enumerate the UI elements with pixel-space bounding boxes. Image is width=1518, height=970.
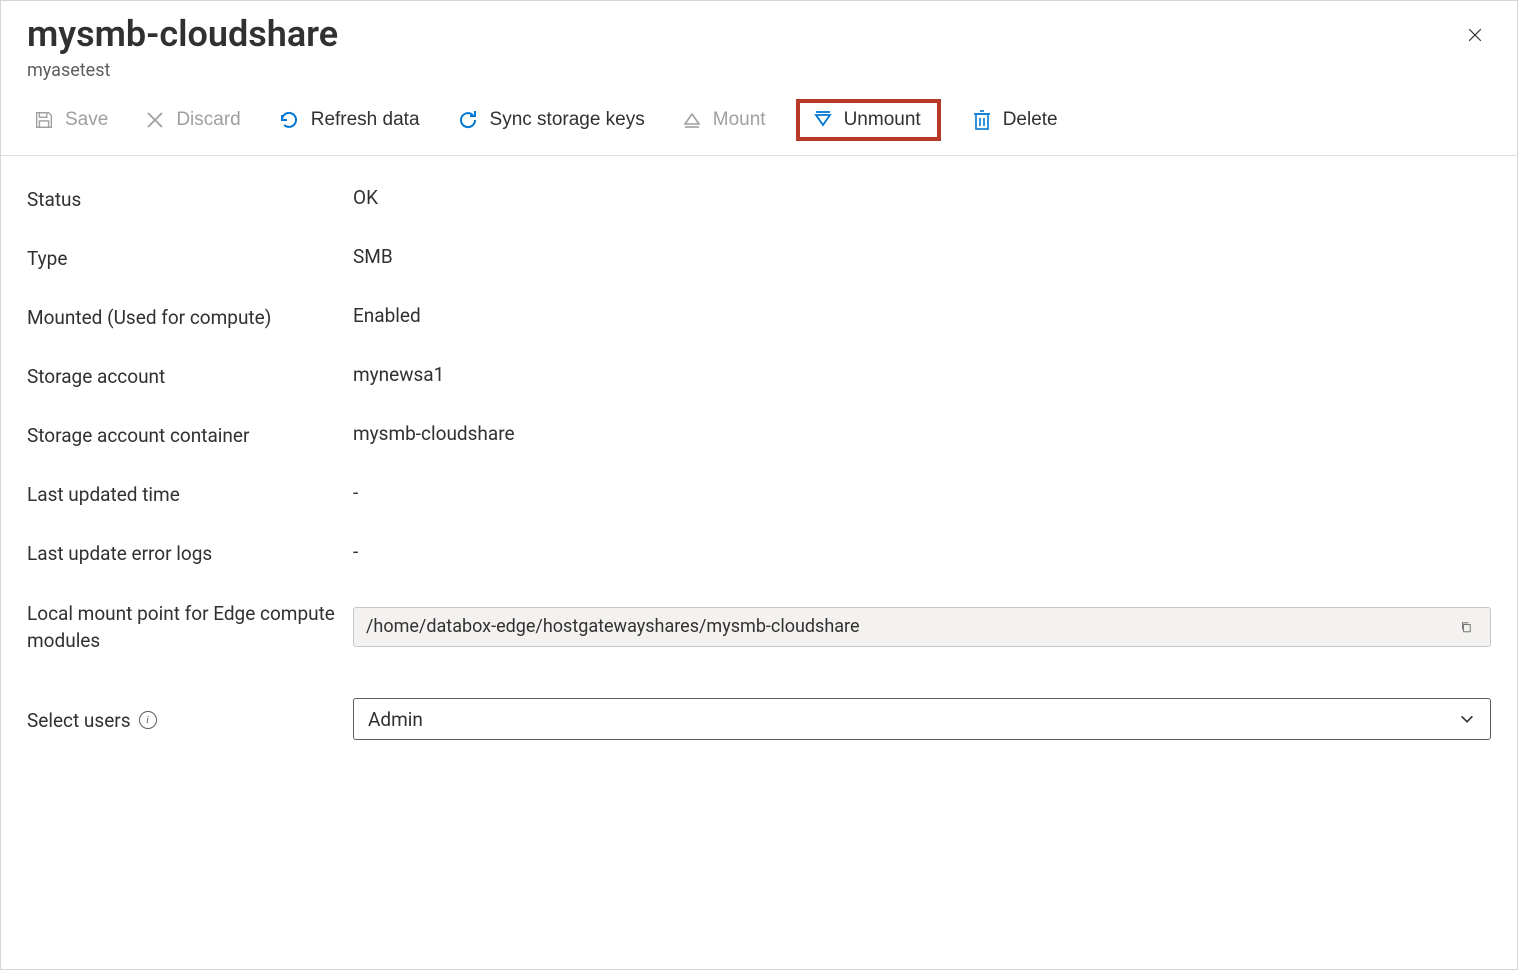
save-label: Save bbox=[65, 109, 108, 131]
save-button: Save bbox=[27, 105, 114, 135]
info-icon[interactable]: i bbox=[139, 711, 157, 729]
row-storage-account: Storage account mynewsa1 bbox=[27, 363, 1491, 388]
mount-button: Mount bbox=[675, 105, 772, 135]
error-logs-label: Last update error logs bbox=[27, 540, 353, 565]
content: Status OK Type SMB Mounted (Used for com… bbox=[1, 156, 1517, 794]
delete-icon bbox=[971, 108, 993, 132]
sync-label: Sync storage keys bbox=[490, 109, 645, 131]
page-subtitle: myasetest bbox=[27, 60, 1491, 81]
delete-label: Delete bbox=[1003, 109, 1058, 131]
refresh-icon bbox=[277, 108, 301, 132]
row-type: Type SMB bbox=[27, 245, 1491, 270]
refresh-label: Refresh data bbox=[311, 109, 420, 131]
row-mount-point: Local mount point for Edge compute modul… bbox=[27, 599, 1491, 654]
type-label: Type bbox=[27, 245, 353, 270]
status-value: OK bbox=[353, 186, 1491, 209]
mount-point-field: /home/databox-edge/hostgatewayshares/mys… bbox=[353, 607, 1491, 647]
row-error-logs: Last update error logs - bbox=[27, 540, 1491, 565]
discard-label: Discard bbox=[176, 109, 240, 131]
mount-point-value: /home/databox-edge/hostgatewayshares/mys… bbox=[366, 616, 1454, 637]
close-icon bbox=[1467, 24, 1483, 46]
unmount-icon bbox=[812, 109, 834, 131]
unmount-label: Unmount bbox=[844, 109, 921, 131]
mount-label: Mount bbox=[713, 109, 766, 131]
mounted-label: Mounted (Used for compute) bbox=[27, 304, 353, 329]
save-icon bbox=[33, 109, 55, 131]
unmount-button[interactable]: Unmount bbox=[806, 105, 927, 135]
status-label: Status bbox=[27, 186, 353, 211]
sync-icon bbox=[456, 108, 480, 132]
close-button[interactable] bbox=[1461, 21, 1489, 49]
storage-account-label: Storage account bbox=[27, 363, 353, 388]
page-title: mysmb-cloudshare bbox=[27, 13, 1491, 56]
last-updated-value: - bbox=[353, 481, 1491, 504]
mount-icon bbox=[681, 109, 703, 131]
container-label: Storage account container bbox=[27, 422, 353, 447]
refresh-data-button[interactable]: Refresh data bbox=[271, 104, 426, 136]
last-updated-label: Last updated time bbox=[27, 481, 353, 506]
delete-button[interactable]: Delete bbox=[965, 104, 1064, 136]
select-users-label: Select users i bbox=[27, 707, 353, 732]
mounted-value: Enabled bbox=[353, 304, 1491, 327]
container-value: mysmb-cloudshare bbox=[353, 422, 1491, 445]
storage-account-value: mynewsa1 bbox=[353, 363, 1491, 386]
discard-icon bbox=[144, 109, 166, 131]
row-select-users: Select users i Admin bbox=[27, 698, 1491, 740]
copy-mount-point-button[interactable] bbox=[1454, 615, 1478, 639]
discard-button: Discard bbox=[138, 105, 246, 135]
row-status: Status OK bbox=[27, 186, 1491, 211]
row-last-updated: Last updated time - bbox=[27, 481, 1491, 506]
chevron-down-icon bbox=[1458, 710, 1476, 728]
copy-icon bbox=[1460, 618, 1472, 636]
select-users-label-text: Select users bbox=[27, 709, 131, 732]
mount-point-label: Local mount point for Edge compute modul… bbox=[27, 599, 353, 654]
select-users-dropdown[interactable]: Admin bbox=[353, 698, 1491, 740]
toolbar: Save Discard Refresh data Sync storage k… bbox=[1, 87, 1517, 156]
error-logs-value: - bbox=[353, 540, 1491, 563]
header: mysmb-cloudshare myasetest bbox=[1, 1, 1517, 87]
row-container: Storage account container mysmb-cloudsha… bbox=[27, 422, 1491, 447]
share-detail-panel: mysmb-cloudshare myasetest Save Discard … bbox=[0, 0, 1518, 970]
sync-keys-button[interactable]: Sync storage keys bbox=[450, 104, 651, 136]
row-mounted: Mounted (Used for compute) Enabled bbox=[27, 304, 1491, 329]
unmount-highlight: Unmount bbox=[796, 99, 941, 141]
select-users-value: Admin bbox=[368, 708, 423, 731]
type-value: SMB bbox=[353, 245, 1491, 268]
